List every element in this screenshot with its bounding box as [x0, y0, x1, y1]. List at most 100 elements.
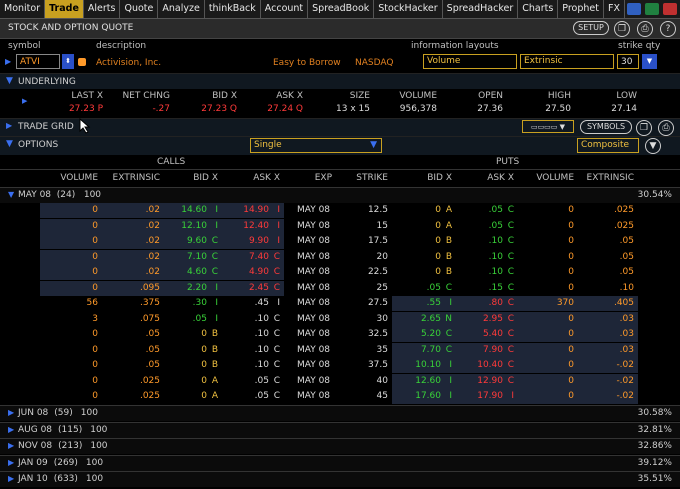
- chart-icon[interactable]: [644, 3, 659, 15]
- option-cell-pext[interactable]: .03: [578, 327, 638, 342]
- option-cell-pbid[interactable]: 0B: [392, 250, 456, 265]
- option-cell-cask[interactable]: 14.90 I: [222, 203, 284, 218]
- option-cell-cvol[interactable]: 56: [40, 296, 102, 311]
- option-cell-cbid[interactable]: .30 I: [164, 296, 222, 311]
- print-icon[interactable]: ⎙: [658, 120, 674, 136]
- tab-trade[interactable]: Trade: [45, 0, 84, 18]
- option-cell-cbid[interactable]: 0A: [164, 389, 222, 404]
- globe-icon[interactable]: [626, 3, 641, 15]
- option-cell-cask[interactable]: .45 I: [222, 296, 284, 311]
- option-cell-pvol[interactable]: 0: [518, 389, 578, 404]
- option-cell-pask[interactable]: 17.90 I: [456, 389, 518, 404]
- option-cell-cask[interactable]: .05 C: [222, 374, 284, 389]
- symbol-spinner-icon[interactable]: ⬍: [62, 54, 74, 69]
- tab-spreadhacker[interactable]: SpreadHacker: [443, 0, 519, 18]
- option-cell-pask[interactable]: .80 C: [456, 296, 518, 311]
- option-cell-pext[interactable]: .05: [578, 250, 638, 265]
- option-cell-cvol[interactable]: 0: [40, 280, 102, 296]
- option-cell-cask[interactable]: 12.40 I: [222, 218, 284, 234]
- options-menu-icon[interactable]: ▼: [645, 138, 661, 154]
- option-cell-cext[interactable]: .02: [102, 265, 164, 280]
- underlying-header[interactable]: ▼ UNDERLYING: [0, 73, 680, 90]
- option-cell-cvol[interactable]: 3: [40, 312, 102, 327]
- grid-layout-select[interactable]: ▭▭▭▭ ▼: [522, 120, 574, 133]
- option-cell-cbid[interactable]: .05 I: [164, 312, 222, 327]
- tab-thinkback[interactable]: thinkBack: [205, 0, 261, 18]
- option-cell-pask[interactable]: .10 C: [456, 234, 518, 249]
- option-row[interactable]: 0.02 7.10 C 7.40 C MAY 08 20 0 B .10 C 0.05: [0, 249, 680, 265]
- copy-icon[interactable]: ❐: [614, 21, 630, 37]
- option-cell-pvol[interactable]: 0: [518, 327, 578, 342]
- option-cell-pvol[interactable]: 370: [518, 296, 578, 311]
- option-cell-pext[interactable]: -.02: [578, 373, 638, 389]
- flag-icon[interactable]: [78, 58, 86, 66]
- series-row[interactable]: ▶ NOV 08 (213) 100 32.86%: [0, 438, 680, 454]
- option-cell-cvol[interactable]: 0: [40, 358, 102, 373]
- option-cell-pvol[interactable]: 0: [518, 342, 578, 358]
- option-cell-pext[interactable]: -.02: [578, 389, 638, 404]
- option-cell-pvol[interactable]: 0: [518, 265, 578, 280]
- series-row[interactable]: ▶ JAN 10 (633) 100 35.51%: [0, 471, 680, 487]
- option-cell-pext[interactable]: .03: [578, 342, 638, 358]
- option-cell-cext[interactable]: .02: [102, 249, 164, 265]
- option-cell-pbid[interactable]: 5.20 C: [392, 327, 456, 342]
- option-row[interactable]: 0.05 0 B .10 C MAY 08 37.5 10.10 I 10.40 C 0 -.02: [0, 358, 680, 373]
- option-row[interactable]: 0.095 2.20 I 2.45 C MAY 08 25.05 C .15 C 0.10: [0, 280, 680, 296]
- option-cell-cvol[interactable]: 0: [40, 203, 102, 218]
- option-cell-pbid[interactable]: 17.60 I: [392, 389, 456, 404]
- setup-button[interactable]: SETUP: [573, 21, 609, 35]
- tab-spreadbook[interactable]: SpreadBook: [308, 0, 375, 18]
- strike-qty-dropdown-icon[interactable]: ▼: [642, 54, 657, 69]
- option-cell-cvol[interactable]: 0: [40, 374, 102, 389]
- option-cell-cext[interactable]: .05: [102, 343, 164, 358]
- option-cell-pbid[interactable]: 0B: [392, 265, 456, 280]
- option-cell-pbid[interactable]: 2.65 N: [392, 311, 456, 327]
- option-cell-cask[interactable]: 9.90 I: [222, 234, 284, 249]
- option-cell-cvol[interactable]: 0: [40, 249, 102, 265]
- series-row[interactable]: ▶ AUG 08 (115) 100 32.81%: [0, 421, 680, 438]
- option-row[interactable]: 0.02 12.10 I 12.40 I MAY 08 15 0 A .05 C 0.025: [0, 218, 680, 234]
- option-cell-pbid[interactable]: 12.60 I: [392, 373, 456, 389]
- option-cell-pvol[interactable]: 0: [518, 373, 578, 389]
- option-cell-pext[interactable]: .025: [578, 219, 638, 234]
- option-cell-cvol[interactable]: 0: [40, 389, 102, 404]
- option-cell-pext[interactable]: .03: [578, 311, 638, 327]
- option-cell-pbid[interactable]: 0B: [392, 234, 456, 249]
- option-cell-cext[interactable]: .05: [102, 358, 164, 373]
- option-cell-cask[interactable]: 4.90 C: [222, 265, 284, 280]
- option-cell-cext[interactable]: .025: [102, 389, 164, 404]
- option-cell-pext[interactable]: .025: [578, 203, 638, 218]
- option-cell-cbid[interactable]: 9.60 C: [164, 234, 222, 249]
- tab-account[interactable]: Account: [261, 0, 309, 18]
- option-cell-pvol[interactable]: 0: [518, 281, 578, 296]
- symbol-input[interactable]: ATVI: [16, 54, 60, 69]
- trade-grid-header[interactable]: ▶ TRADE GRID ▭▭▭▭ ▼ SYMBOLS ❐ ⎙: [0, 118, 680, 136]
- option-cell-cask[interactable]: 7.40 C: [222, 249, 284, 265]
- option-cell-cask[interactable]: .05 C: [222, 389, 284, 404]
- option-cell-cbid[interactable]: 12.10 I: [164, 218, 222, 234]
- option-cell-pask[interactable]: .05 C: [456, 219, 518, 234]
- option-cell-pbid[interactable]: .05 C: [392, 281, 456, 296]
- option-cell-cvol[interactable]: 0: [40, 327, 102, 342]
- option-cell-pext[interactable]: .405: [578, 296, 638, 311]
- option-cell-pvol[interactable]: 0: [518, 219, 578, 234]
- options-header[interactable]: ▼ OPTIONS Single ▼ Composite ▼: [0, 136, 680, 155]
- option-cell-pvol[interactable]: 0: [518, 234, 578, 249]
- option-cell-cask[interactable]: .10 C: [222, 343, 284, 358]
- tab-stockhacker[interactable]: StockHacker: [374, 0, 443, 18]
- option-cell-pask[interactable]: .10 C: [456, 250, 518, 265]
- option-cell-cvol[interactable]: 0: [40, 218, 102, 234]
- series-row-may08[interactable]: ▼ MAY 08 (24) 100 30.54%: [0, 187, 680, 203]
- option-row[interactable]: 0.02 9.60 C 9.90 I MAY 08 17.5 0 B .10 C 0.05: [0, 234, 680, 249]
- option-cell-cvol[interactable]: 0: [40, 265, 102, 280]
- option-row[interactable]: 0.05 0 B .10 C MAY 08 32.5 5.20 C 5.40 C 0.03: [0, 327, 680, 342]
- option-cell-cbid[interactable]: 7.10 C: [164, 249, 222, 265]
- option-cell-cask[interactable]: .10 C: [222, 358, 284, 373]
- help-icon[interactable]: ?: [660, 21, 676, 37]
- option-cell-cask[interactable]: .10 C: [222, 327, 284, 342]
- option-cell-pvol[interactable]: 0: [518, 311, 578, 327]
- layout-select-1[interactable]: Volume: [423, 54, 517, 69]
- option-cell-cbid[interactable]: 0B: [164, 327, 222, 342]
- tab-prophet[interactable]: Prophet: [558, 0, 604, 18]
- series-row[interactable]: ▶ JUN 08 (59) 100 30.58%: [0, 405, 680, 421]
